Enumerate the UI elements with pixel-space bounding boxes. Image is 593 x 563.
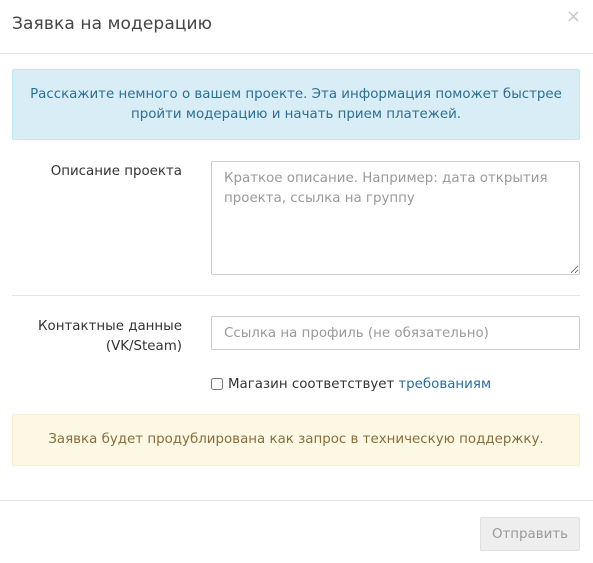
info-alert-line-2: пройти модерацию и начать прием платежей… (130, 107, 462, 122)
description-textarea[interactable] (211, 161, 580, 275)
agreement-checkbox[interactable] (211, 378, 223, 390)
warning-alert-text: Заявка будет продублирована как запрос в… (48, 432, 544, 447)
footer-divider (0, 500, 593, 501)
agreement-row: Магазин соответствует требованиям (211, 374, 491, 394)
warning-alert: Заявка будет продублирована как запрос в… (12, 414, 580, 466)
requirements-link[interactable]: требованиям (398, 377, 491, 392)
contact-profile-input[interactable] (211, 316, 580, 350)
modal-title: Заявка на модерацию (12, 14, 213, 34)
contact-label-line-1: Контактные данные (38, 319, 182, 334)
close-icon[interactable]: × (566, 8, 581, 26)
form-divider (12, 295, 580, 296)
agreement-text: Магазин соответствует (228, 376, 395, 392)
contact-label-line-2: (VK/Steam) (105, 339, 182, 354)
description-label: Описание проекта (50, 164, 182, 179)
submit-button[interactable]: Отправить (480, 517, 580, 551)
info-alert: Расскажите немного о вашем проекте. Эта … (12, 69, 580, 140)
moderation-modal: Заявка на модерацию × Расскажите немного… (0, 0, 593, 563)
modal-header: Заявка на модерацию × (0, 0, 593, 54)
info-alert-line-1: Расскажите немного о вашем проекте. Эта … (30, 87, 562, 102)
contact-label: Контактные данные (VK/Steam) (12, 317, 182, 357)
